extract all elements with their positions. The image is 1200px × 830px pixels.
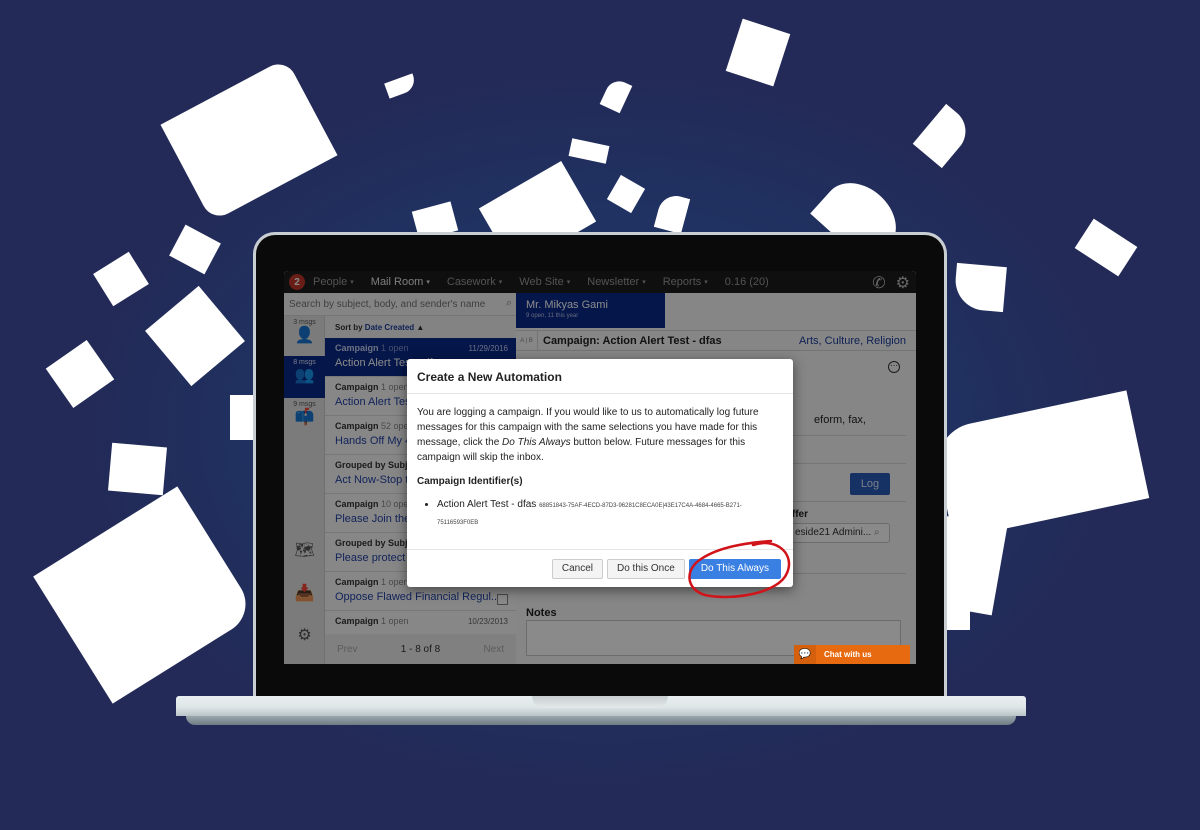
paper-decoration: [1074, 218, 1138, 277]
do-this-once-button[interactable]: Do this Once: [607, 558, 685, 579]
paper-decoration: [912, 103, 976, 169]
create-automation-dialog: Create a New Automation You are logging …: [407, 359, 793, 587]
laptop-base-edge: [186, 716, 1016, 725]
identifier-name: Action Alert Test - dfas: [437, 499, 537, 510]
dialog-message: You are logging a campaign. If you would…: [417, 407, 759, 463]
paper-decoration: [384, 73, 418, 99]
paper-decoration: [953, 262, 1007, 313]
paper-decoration: [725, 18, 791, 87]
paper-decoration: [33, 486, 257, 704]
paper-decoration: [93, 251, 149, 307]
do-this-always-button[interactable]: Do This Always: [688, 558, 781, 579]
paper-decoration: [930, 390, 1150, 540]
cancel-button[interactable]: Cancel: [551, 558, 603, 579]
dialog-footer: Cancel Do this Once Do This Always: [407, 549, 793, 587]
paper-decoration: [606, 174, 646, 214]
dialog-body: You are logging a campaign. If you would…: [407, 394, 793, 531]
paper-decoration: [45, 340, 115, 408]
paper-decoration: [599, 76, 633, 114]
chat-widget[interactable]: 💬 Chat with us: [794, 645, 910, 664]
paper-decoration: [230, 395, 255, 440]
identifiers-heading: Campaign Identifier(s): [417, 476, 523, 487]
paper-decoration: [145, 285, 245, 387]
identifiers-list: Action Alert Test - dfas 68851843-75AF-4…: [417, 497, 783, 531]
paper-decoration: [108, 442, 167, 496]
paper-decoration: [568, 138, 610, 164]
paper-decoration: [160, 58, 338, 222]
paper-decoration: [169, 224, 221, 275]
laptop-notch: [532, 696, 668, 708]
chat-label: Chat with us: [824, 650, 872, 659]
paper-decoration: [653, 191, 691, 235]
chat-bubble-icon: 💬: [794, 645, 816, 664]
app-screen: 2 People ▾ Mail Room ▾ Casework ▾ Web Site ▾…: [284, 271, 916, 664]
identifier-item: Action Alert Test - dfas 68851843-75AF-4…: [437, 497, 783, 531]
dialog-title: Create a New Automation: [407, 359, 793, 394]
